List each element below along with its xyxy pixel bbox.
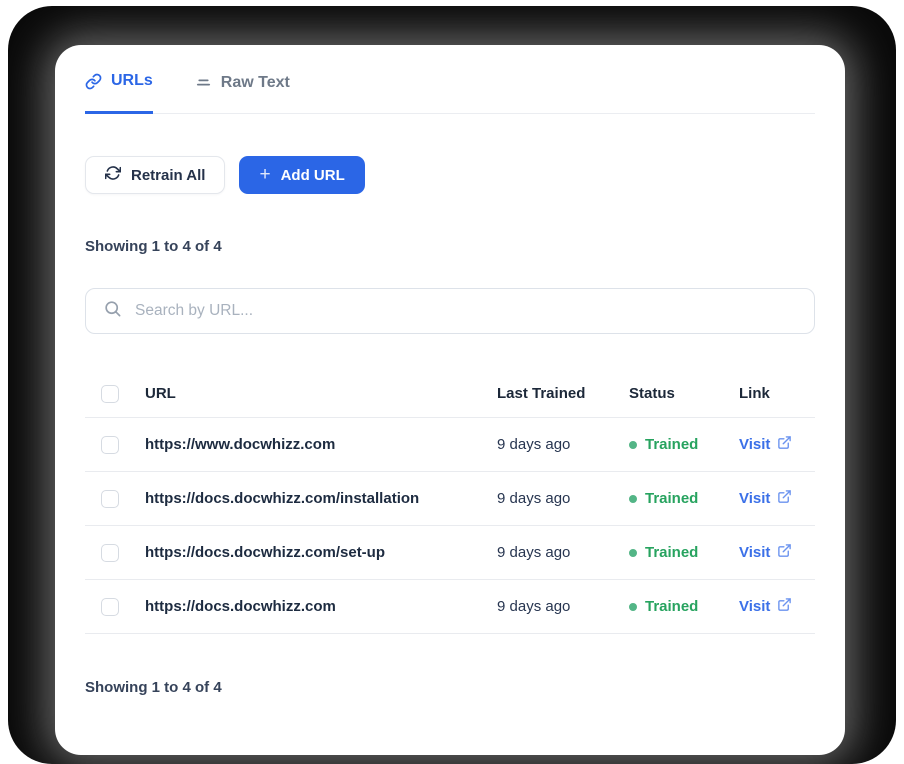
table-row: https://www.docwhizz.com 9 days ago Trai…: [85, 418, 815, 472]
toolbar: Retrain All + Add URL: [85, 156, 815, 194]
tab-raw-text[interactable]: Raw Text: [195, 71, 290, 114]
table-row: https://docs.docwhizz.com/set-up 9 days …: [85, 526, 815, 580]
visit-link[interactable]: Visit: [739, 543, 792, 562]
visit-link[interactable]: Visit: [739, 489, 792, 508]
status-dot-icon: [629, 548, 637, 557]
results-summary-bottom: Showing 1 to 4 of 4: [85, 679, 222, 696]
refresh-icon: [104, 165, 122, 185]
row-checkbox[interactable]: [101, 489, 119, 508]
status-dot-icon: [629, 440, 637, 449]
column-header-url: URL: [145, 385, 176, 402]
last-trained-cell: 9 days ago: [497, 598, 571, 615]
retrain-all-button[interactable]: Retrain All: [85, 156, 226, 194]
visit-link-label: Visit: [739, 490, 771, 507]
status-label: Trained: [645, 544, 699, 561]
status-label: Trained: [645, 436, 699, 453]
column-header-last-trained: Last Trained: [497, 385, 586, 402]
tab-raw-text-label: Raw Text: [220, 73, 290, 91]
column-header-link: Link: [739, 385, 770, 402]
status-label: Trained: [645, 598, 699, 615]
visit-link-label: Visit: [739, 436, 771, 453]
url-cell: https://docs.docwhizz.com/set-up: [145, 544, 386, 561]
search-input[interactable]: [133, 301, 797, 321]
plus-icon: +: [259, 164, 271, 185]
row-checkbox[interactable]: [101, 597, 119, 616]
text-lines-icon: [195, 74, 212, 91]
tab-urls-label: URLs: [111, 72, 153, 89]
status-badge: Trained: [629, 598, 739, 615]
column-header-status: Status: [629, 385, 675, 402]
table-row: https://docs.docwhizz.com/installation 9…: [85, 472, 815, 526]
visit-link-label: Visit: [739, 598, 771, 615]
row-checkbox[interactable]: [101, 435, 119, 454]
external-link-icon: [777, 597, 792, 616]
url-cell: https://docs.docwhizz.com: [145, 598, 336, 615]
url-cell: https://www.docwhizz.com: [145, 436, 336, 453]
retrain-all-label: Retrain All: [131, 166, 206, 184]
url-cell: https://docs.docwhizz.com/installation: [145, 490, 420, 507]
visit-link-label: Visit: [739, 544, 771, 561]
status-dot-icon: [629, 602, 637, 611]
external-link-icon: [777, 489, 792, 508]
content-card: URLs Raw Text Retrain All + Add URL Show…: [55, 45, 845, 755]
status-badge: Trained: [629, 544, 739, 561]
tab-urls[interactable]: URLs: [85, 71, 153, 114]
select-all-checkbox[interactable]: [101, 384, 119, 403]
results-summary-top: Showing 1 to 4 of 4: [85, 238, 222, 255]
visit-link[interactable]: Visit: [739, 597, 792, 616]
status-label: Trained: [645, 490, 699, 507]
add-url-button[interactable]: + Add URL: [239, 156, 365, 194]
search-icon: [103, 299, 122, 323]
last-trained-cell: 9 days ago: [497, 436, 571, 453]
external-link-icon: [777, 435, 792, 454]
status-badge: Trained: [629, 436, 739, 453]
add-url-label: Add URL: [280, 166, 345, 184]
row-checkbox[interactable]: [101, 543, 119, 562]
status-dot-icon: [629, 494, 637, 503]
external-link-icon: [777, 543, 792, 562]
last-trained-cell: 9 days ago: [497, 544, 571, 561]
table-header-row: URL Last Trained Status Link: [85, 370, 815, 418]
search-box: [85, 288, 815, 334]
last-trained-cell: 9 days ago: [497, 490, 571, 507]
link-icon: [85, 73, 102, 90]
visit-link[interactable]: Visit: [739, 435, 792, 454]
table-row: https://docs.docwhizz.com 9 days ago Tra…: [85, 580, 815, 634]
tab-bar: URLs Raw Text: [85, 45, 815, 114]
urls-table: URL Last Trained Status Link https://www…: [85, 370, 815, 634]
status-badge: Trained: [629, 490, 739, 507]
